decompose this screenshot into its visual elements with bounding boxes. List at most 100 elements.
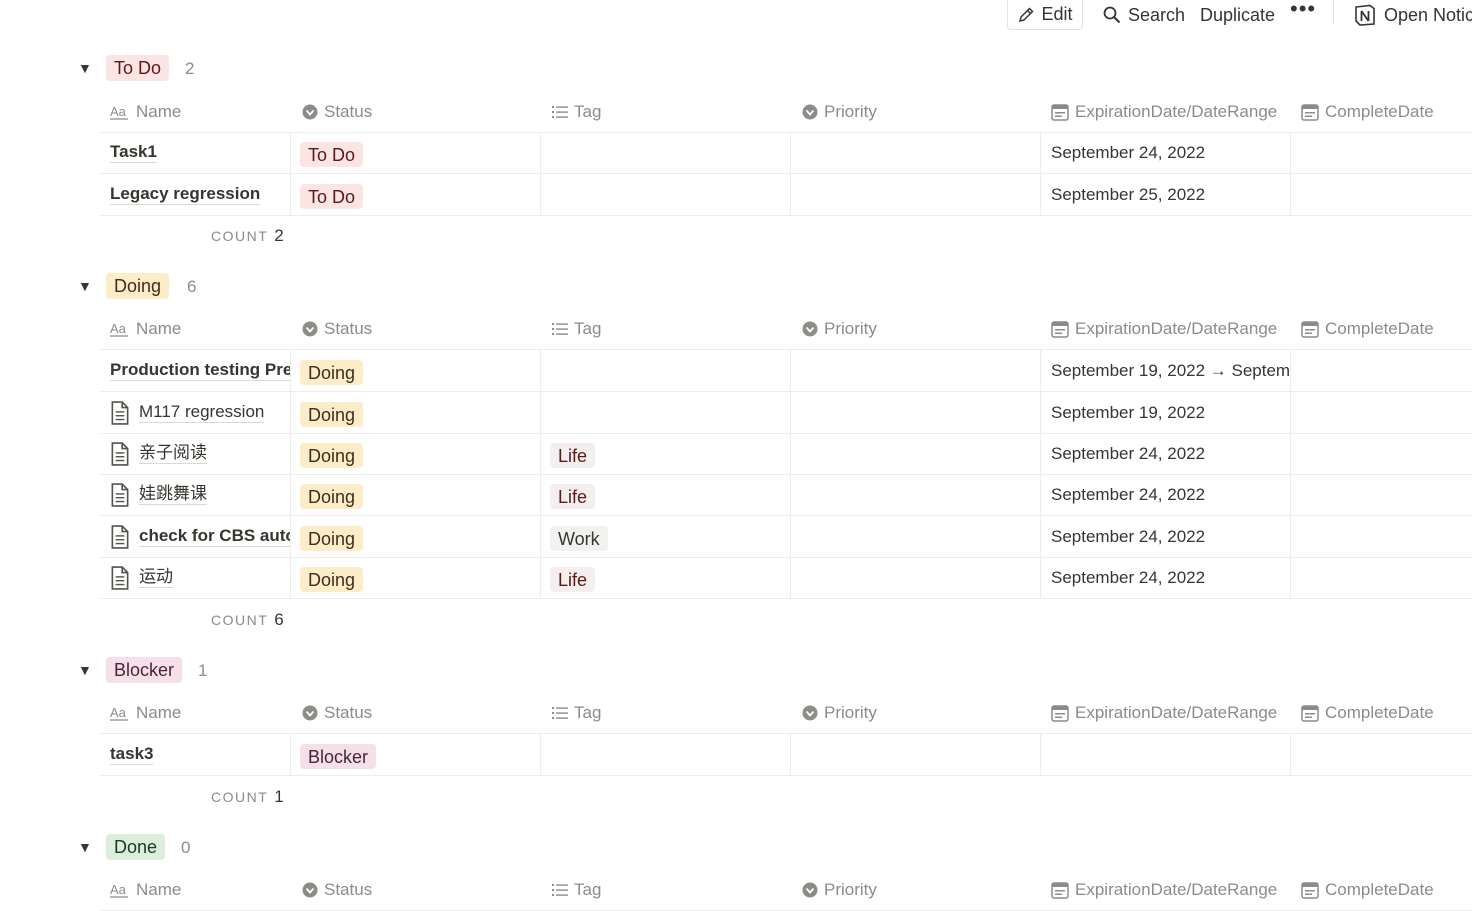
expiration-cell[interactable]: September 24, 2022	[1041, 132, 1291, 173]
name-cell[interactable]: check for CBS auto	[100, 516, 291, 557]
edit-button[interactable]: Edit	[1007, 0, 1083, 30]
column-name[interactable]: Name	[110, 870, 181, 910]
complete-cell[interactable]	[1291, 433, 1472, 474]
column-status[interactable]: Status	[302, 693, 372, 733]
name-cell[interactable]: task3	[100, 734, 291, 775]
complete-cell[interactable]	[1291, 516, 1472, 557]
priority-cell[interactable]	[791, 474, 1041, 515]
more-options-button[interactable]: •••	[1290, 0, 1316, 24]
tag-cell[interactable]: Life	[541, 474, 791, 515]
table-row[interactable]: Task1 To Do September 24, 2022	[100, 132, 1472, 174]
priority-cell[interactable]	[791, 433, 1041, 474]
tag-cell[interactable]	[541, 734, 791, 775]
column-status[interactable]: Status	[302, 309, 372, 349]
name-cell[interactable]: 运动	[100, 557, 291, 598]
complete-cell[interactable]	[1291, 174, 1472, 215]
expiration-cell[interactable]: September 24, 2022	[1041, 474, 1291, 515]
column-complete[interactable]: CompleteDate	[1301, 92, 1434, 132]
status-cell[interactable]: Doing	[291, 557, 541, 598]
count-footer[interactable]: COUNT 6	[211, 610, 284, 630]
priority-cell[interactable]	[791, 516, 1041, 557]
column-tag[interactable]: Tag	[552, 693, 601, 733]
column-tag[interactable]: Tag	[552, 870, 601, 910]
toggle-triangle-icon[interactable]: ▼	[78, 840, 92, 854]
table-row[interactable]: task3 Blocker	[100, 734, 1472, 776]
count-footer[interactable]: COUNT 2	[211, 226, 284, 246]
table-row[interactable]: M117 regression Doing September 19, 2022	[100, 392, 1472, 434]
column-priority[interactable]: Priority	[802, 870, 877, 910]
row-title[interactable]: 运动	[139, 567, 173, 588]
name-cell[interactable]: Task1	[100, 132, 291, 173]
status-cell[interactable]: To Do	[291, 174, 541, 215]
tag-cell[interactable]: Life	[541, 433, 791, 474]
expiration-cell[interactable]: September 19, 2022	[1041, 392, 1291, 433]
expiration-cell[interactable]: September 19, 2022 → Septem	[1041, 350, 1291, 391]
status-cell[interactable]: To Do	[291, 132, 541, 173]
name-cell[interactable]: Legacy regression	[100, 174, 291, 215]
priority-cell[interactable]	[791, 734, 1041, 775]
column-priority[interactable]: Priority	[802, 92, 877, 132]
table-row[interactable]: 娃跳舞课 Doing Life September 24, 2022	[100, 474, 1472, 516]
row-title[interactable]: check for CBS auto	[139, 526, 290, 547]
tag-cell[interactable]	[541, 392, 791, 433]
status-cell[interactable]: Doing	[291, 474, 541, 515]
complete-cell[interactable]	[1291, 557, 1472, 598]
complete-cell[interactable]	[1291, 350, 1472, 391]
priority-cell[interactable]	[791, 350, 1041, 391]
column-status[interactable]: Status	[302, 870, 372, 910]
row-title[interactable]: Task1	[110, 142, 157, 163]
status-cell[interactable]: Doing	[291, 433, 541, 474]
expiration-cell[interactable]: September 24, 2022	[1041, 433, 1291, 474]
expiration-cell[interactable]: September 24, 2022	[1041, 516, 1291, 557]
complete-cell[interactable]	[1291, 392, 1472, 433]
tag-cell[interactable]	[541, 132, 791, 173]
tag-cell[interactable]: Life	[541, 557, 791, 598]
status-cell[interactable]: Doing	[291, 516, 541, 557]
status-cell[interactable]: Blocker	[291, 734, 541, 775]
toggle-triangle-icon[interactable]: ▼	[78, 279, 92, 293]
table-row[interactable]: 运动 Doing Life September 24, 2022	[100, 557, 1472, 599]
name-cell[interactable]: M117 regression	[100, 392, 291, 433]
column-priority[interactable]: Priority	[802, 693, 877, 733]
name-cell[interactable]: 亲子阅读	[100, 433, 291, 474]
column-complete[interactable]: CompleteDate	[1301, 870, 1434, 910]
expiration-cell[interactable]	[1041, 734, 1291, 775]
column-tag[interactable]: Tag	[552, 92, 601, 132]
toggle-triangle-icon[interactable]: ▼	[78, 663, 92, 677]
search-button[interactable]: Search	[1103, 0, 1185, 30]
duplicate-button[interactable]: Duplicate	[1200, 0, 1275, 30]
column-name[interactable]: Name	[110, 693, 181, 733]
column-name[interactable]: Name	[110, 92, 181, 132]
name-cell[interactable]: Production testing Prep	[100, 350, 291, 391]
table-row[interactable]: 亲子阅读 Doing Life September 24, 2022	[100, 433, 1472, 475]
table-row[interactable]: Legacy regression To Do September 25, 20…	[100, 174, 1472, 216]
toggle-triangle-icon[interactable]: ▼	[78, 61, 92, 75]
expiration-cell[interactable]: September 24, 2022	[1041, 557, 1291, 598]
status-cell[interactable]: Doing	[291, 392, 541, 433]
priority-cell[interactable]	[791, 557, 1041, 598]
count-footer[interactable]: COUNT 1	[211, 787, 284, 807]
complete-cell[interactable]	[1291, 132, 1472, 173]
column-expiration[interactable]: ExpirationDate/DateRange	[1051, 693, 1277, 733]
name-cell[interactable]: 娃跳舞课	[100, 474, 291, 515]
table-row[interactable]: Production testing Prep Doing September …	[100, 350, 1472, 392]
column-priority[interactable]: Priority	[802, 309, 877, 349]
complete-cell[interactable]	[1291, 474, 1472, 515]
tag-cell[interactable]	[541, 350, 791, 391]
column-complete[interactable]: CompleteDate	[1301, 693, 1434, 733]
row-title[interactable]: Production testing Prep	[110, 360, 290, 381]
column-tag[interactable]: Tag	[552, 309, 601, 349]
tag-cell[interactable]	[541, 174, 791, 215]
column-complete[interactable]: CompleteDate	[1301, 309, 1434, 349]
table-row[interactable]: check for CBS auto Doing Work September …	[100, 516, 1472, 558]
row-title[interactable]: 亲子阅读	[139, 443, 207, 464]
column-name[interactable]: Name	[110, 309, 181, 349]
row-title[interactable]: M117 regression	[139, 402, 265, 423]
priority-cell[interactable]	[791, 392, 1041, 433]
complete-cell[interactable]	[1291, 734, 1472, 775]
row-title[interactable]: Legacy regression	[110, 184, 261, 205]
priority-cell[interactable]	[791, 174, 1041, 215]
open-notion-button[interactable]: Open Notic	[1354, 0, 1472, 30]
priority-cell[interactable]	[791, 132, 1041, 173]
column-expiration[interactable]: ExpirationDate/DateRange	[1051, 92, 1277, 132]
